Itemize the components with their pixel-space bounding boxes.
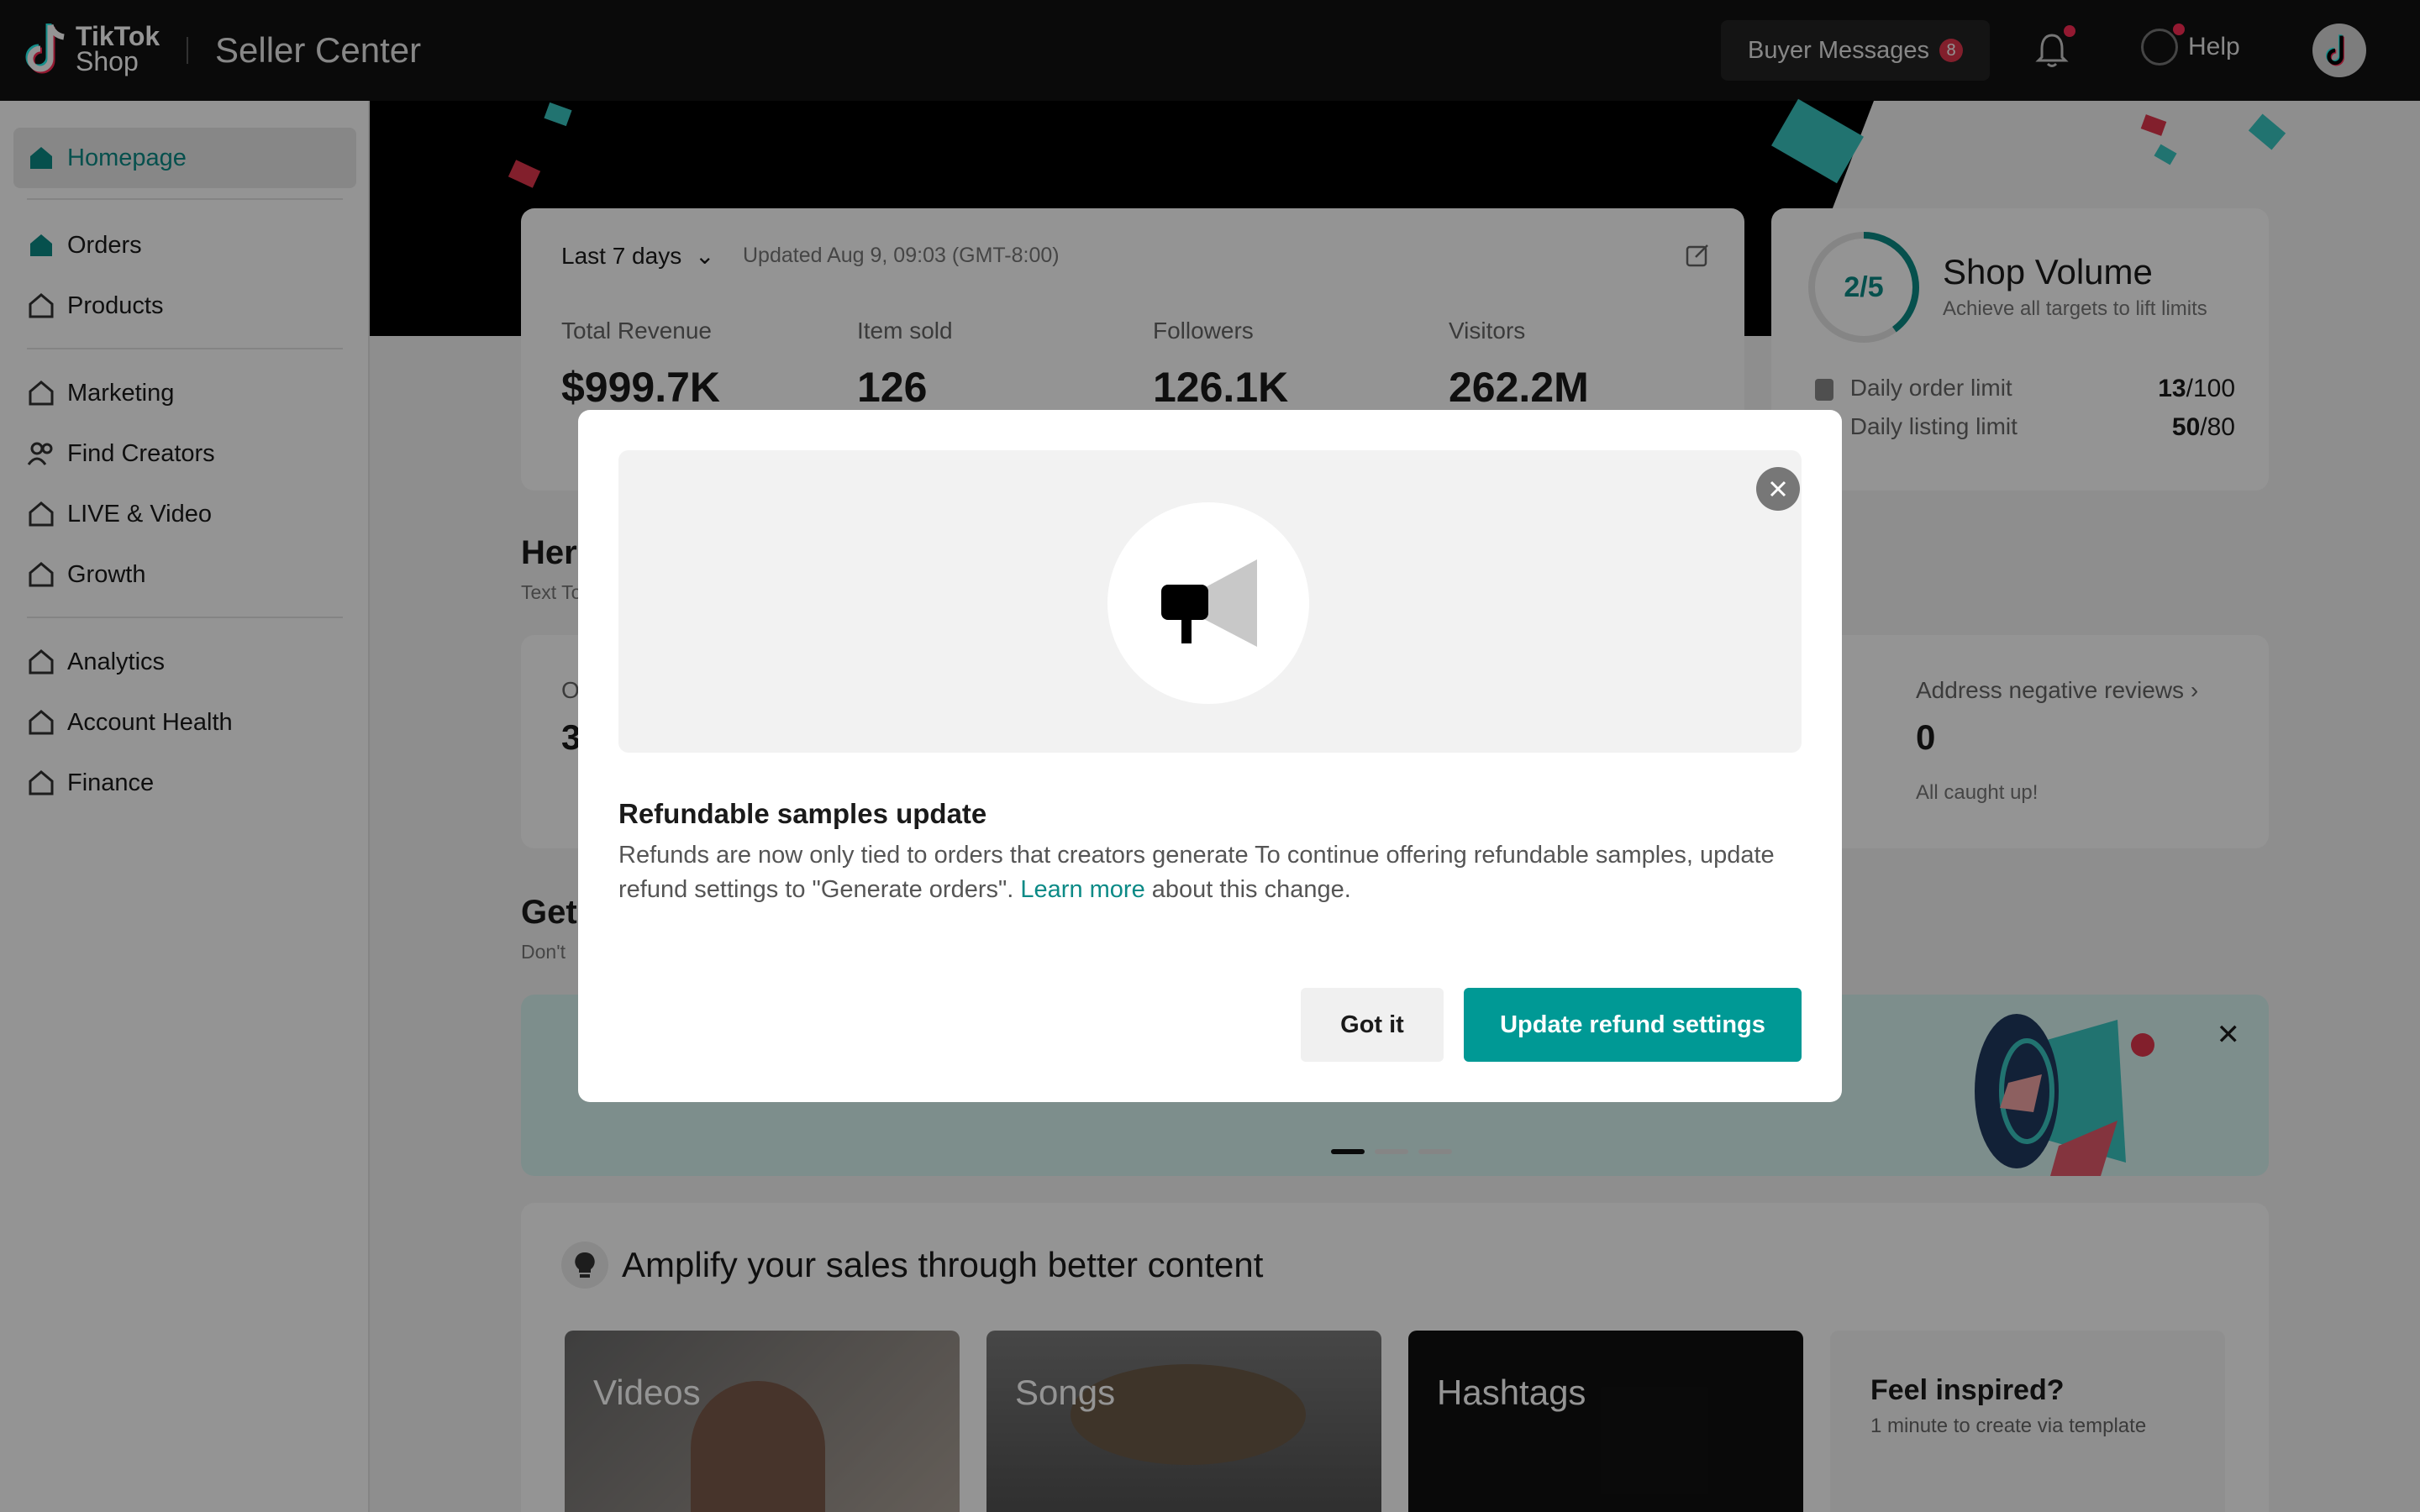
- modal-body: Refunds are now only tied to orders that…: [618, 838, 1803, 907]
- refundable-samples-modal: Refundable samples update Refunds are no…: [578, 410, 1842, 1102]
- update-refund-settings-button[interactable]: Update refund settings: [1464, 988, 1802, 1062]
- megaphone-icon: [1161, 559, 1257, 647]
- modal-illustration: [618, 450, 1802, 753]
- got-it-button[interactable]: Got it: [1301, 988, 1444, 1062]
- modal-title: Refundable samples update: [618, 798, 987, 829]
- learn-more-link[interactable]: Learn more: [1020, 876, 1144, 903]
- modal-body-text-end: about this change.: [1144, 876, 1351, 903]
- close-icon[interactable]: [1756, 467, 1800, 511]
- megaphone-circle: [1107, 502, 1309, 704]
